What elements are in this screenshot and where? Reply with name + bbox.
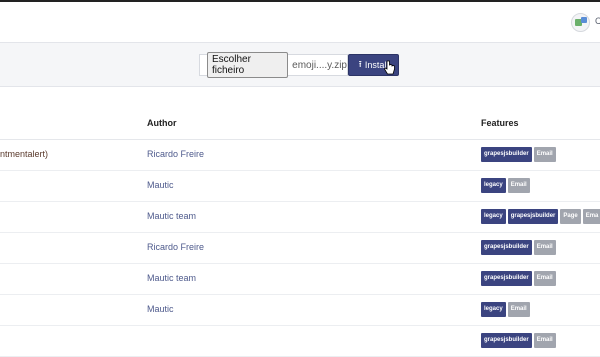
- table-row: Mautic team legacy grapesjsbuilder Page Ema: [0, 201, 600, 233]
- theme-author[interactable]: Mautic: [147, 180, 174, 190]
- top-navbar: C: [0, 0, 600, 43]
- feature-badges: grapesjsbuilder Email: [481, 147, 556, 162]
- feature-badge: Email: [507, 178, 530, 193]
- feature-badge: legacy: [481, 178, 506, 193]
- feature-badge: grapesjsbuilder: [481, 240, 532, 255]
- theme-author[interactable]: Mautic team: [147, 273, 196, 283]
- feature-badges: legacy grapesjsbuilder Page Ema: [481, 209, 600, 224]
- feature-badges: grapesjsbuilder Email: [481, 271, 556, 286]
- table-row: Mautic legacy Email: [0, 294, 600, 326]
- feature-badge: grapesjsbuilder: [481, 271, 532, 286]
- feature-badge: grapesjsbuilder: [481, 147, 532, 162]
- feature-badges: grapesjsbuilder Email: [481, 333, 556, 348]
- feature-badge: Page: [560, 209, 581, 224]
- theme-name[interactable]: ntmentalert): [0, 149, 48, 159]
- table-row: Ricardo Freire grapesjsbuilder Email: [0, 232, 600, 264]
- feature-badges: legacy Email: [481, 178, 530, 193]
- column-header-features: Features: [481, 118, 519, 128]
- column-header-author[interactable]: Author: [147, 118, 177, 128]
- upload-icon: ⭱: [358, 59, 362, 69]
- feature-badge: grapesjsbuilder: [481, 333, 532, 348]
- user-name[interactable]: C: [595, 16, 600, 26]
- feature-badge: Email: [533, 147, 556, 162]
- choose-file-button[interactable]: Escolher ficheiro: [207, 52, 289, 78]
- feature-badges: grapesjsbuilder Email: [481, 240, 556, 255]
- feature-badge: legacy: [481, 302, 506, 317]
- table-header: Author Features: [0, 109, 600, 140]
- feature-badge: grapesjsbuilder: [507, 209, 559, 224]
- mouse-pointer-icon: [384, 60, 395, 75]
- user-avatar[interactable]: [571, 13, 590, 32]
- selected-file-name: emoji....y.zip: [292, 59, 347, 71]
- table-row: ntmentalert) Ricardo Freire grapesjsbuilde…: [0, 139, 600, 171]
- feature-badge: Ema: [582, 209, 600, 224]
- table-row: Mautic legacy Email: [0, 170, 600, 202]
- feature-badge: Email: [507, 302, 530, 317]
- theme-author[interactable]: Ricardo Freire: [147, 149, 204, 159]
- theme-author[interactable]: Ricardo Freire: [147, 242, 204, 252]
- theme-author[interactable]: Mautic team: [147, 211, 196, 221]
- feature-badges: legacy Email: [481, 302, 530, 317]
- feature-badge: Email: [533, 271, 556, 286]
- theme-author[interactable]: Mautic: [147, 304, 174, 314]
- install-toolbar: Escolher ficheiro emoji....y.zip ⭱ Insta…: [0, 43, 600, 87]
- file-upload-input[interactable]: Escolher ficheiro emoji....y.zip: [199, 52, 348, 78]
- feature-badge: Email: [533, 240, 556, 255]
- feature-badge: Email: [533, 333, 556, 348]
- feature-badge: legacy: [481, 209, 506, 224]
- table-row: Mautic team grapesjsbuilder Email: [0, 263, 600, 295]
- table-row: grapesjsbuilder Email: [0, 325, 600, 357]
